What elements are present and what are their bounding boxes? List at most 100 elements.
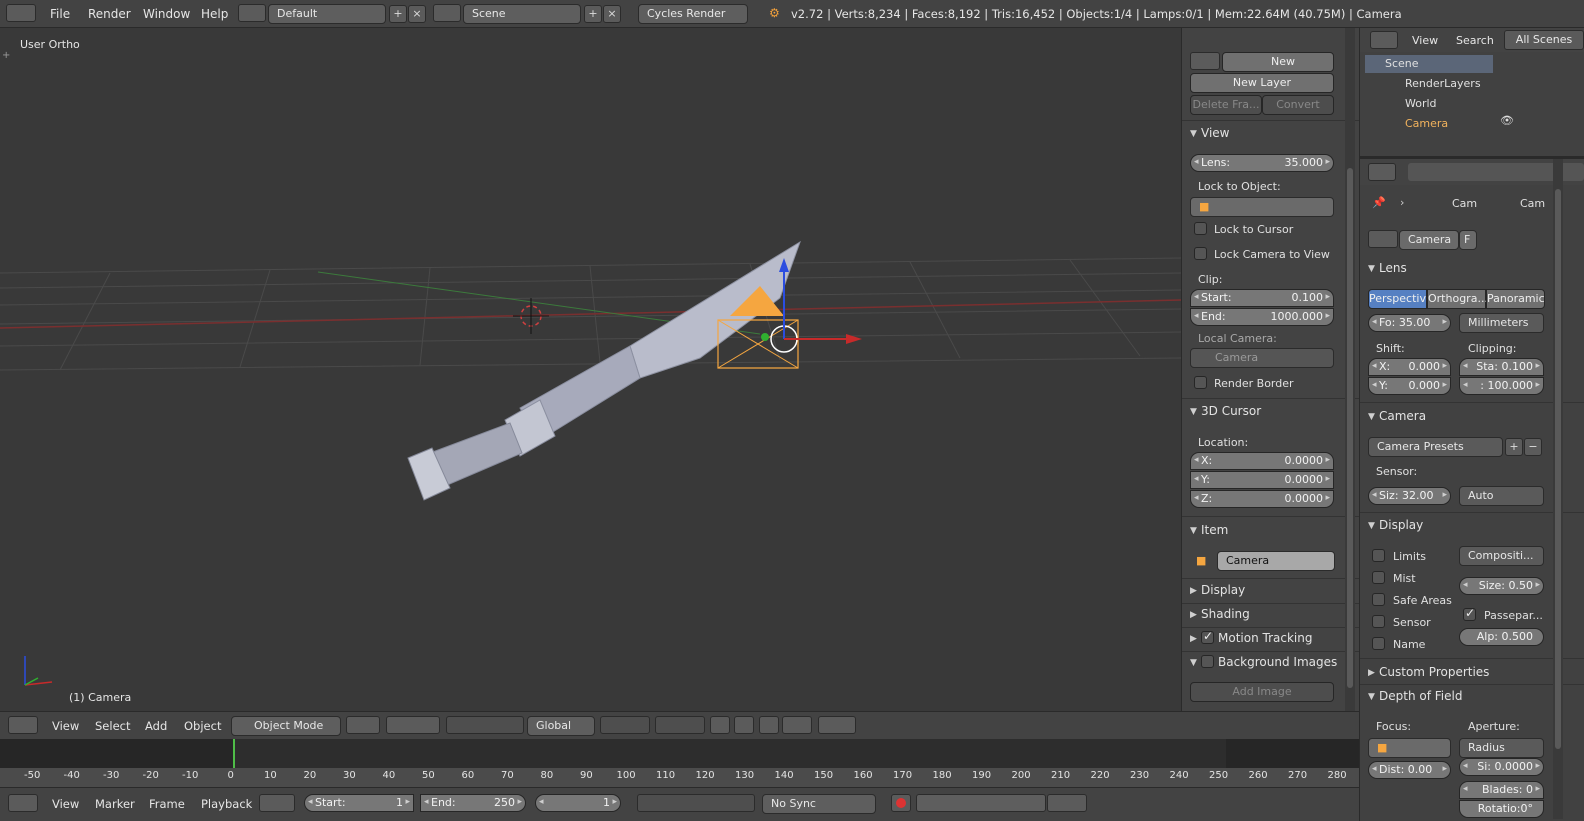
header-object-menu[interactable]: Object: [184, 719, 221, 733]
viewport-scene[interactable]: [0, 28, 1181, 711]
lock-to-cursor-checkbox[interactable]: [1194, 222, 1207, 235]
lock-camera-to-view-checkbox[interactable]: [1194, 247, 1207, 260]
add-preset-icon[interactable]: +: [1505, 438, 1523, 456]
timeline-editor-icon[interactable]: [8, 794, 38, 812]
camera-data-icon[interactable]: [1368, 230, 1398, 248]
motion-tracking-checkbox[interactable]: [1201, 629, 1214, 644]
local-camera-field[interactable]: Camera: [1190, 348, 1334, 368]
focal-length-field[interactable]: ◂ Fo: 35.00 ▸: [1368, 314, 1451, 332]
delete-frame-button[interactable]: Delete Fra...: [1190, 95, 1262, 115]
editor-type-info-icon[interactable]: [6, 4, 36, 22]
scene-select[interactable]: Scene: [463, 4, 581, 24]
background-images-section-header[interactable]: ▼ Background Images: [1190, 655, 1337, 669]
3d-viewport[interactable]: [0, 28, 1181, 711]
aperture-size-field[interactable]: ◂ Si: 0.0000 ▸: [1459, 758, 1544, 776]
camera-presets-select[interactable]: Camera Presets: [1368, 437, 1503, 457]
lens-section-header[interactable]: ▼ Lens: [1368, 261, 1407, 275]
header-add-menu[interactable]: Add: [145, 719, 167, 733]
keyframe-insert-icon[interactable]: [1047, 794, 1087, 812]
blades-field[interactable]: ◂ Blades: 0 ▸: [1459, 781, 1544, 799]
display-mode-select[interactable]: All Scenes: [1504, 30, 1584, 50]
outliner-editor-icon[interactable]: [1370, 31, 1398, 49]
cursor-x-field[interactable]: ◂ X: 0.0000 ▸: [1190, 452, 1334, 470]
shading-section-header[interactable]: ▶ Shading: [1190, 607, 1250, 621]
clip-start-field[interactable]: ◂ Start: 0.100 ▸: [1190, 289, 1334, 307]
current-frame-field[interactable]: ◂ 1 ▸: [535, 794, 621, 812]
pin-icon[interactable]: 📌: [1372, 196, 1386, 209]
outliner-item-scene[interactable]: Scene: [1385, 57, 1419, 70]
panel-scrollbar[interactable]: [1345, 28, 1355, 711]
clip-start-prop-field[interactable]: ◂ Sta: 0.100 ▸: [1459, 358, 1544, 376]
custom-properties-section-header[interactable]: ▶ Custom Properties: [1368, 665, 1489, 679]
pivot-point-icon[interactable]: [386, 716, 440, 734]
keying-set-field[interactable]: [916, 794, 1046, 812]
menu-file[interactable]: File: [50, 7, 70, 21]
display-section-header[interactable]: ▶ Display: [1190, 583, 1245, 597]
outliner-view-menu[interactable]: View: [1412, 34, 1438, 47]
passepartout-checkbox[interactable]: [1463, 606, 1476, 621]
clip-end-prop-field[interactable]: ◂: 100.000 ▸: [1459, 377, 1544, 395]
proportional-edit-icon[interactable]: [734, 716, 754, 734]
3d-cursor-section-header[interactable]: ▼ 3D Cursor: [1190, 404, 1261, 418]
menu-help[interactable]: Help: [201, 7, 228, 21]
sync-mode-select[interactable]: No Sync: [762, 794, 876, 814]
timeline-playback-menu[interactable]: Playback: [201, 797, 252, 811]
view-section-header[interactable]: ▼ View: [1190, 126, 1229, 140]
outliner-item-world[interactable]: World: [1405, 97, 1437, 110]
frame-ruler[interactable]: [0, 768, 1359, 788]
outliner-item-renderlayers[interactable]: RenderLayers: [1405, 77, 1481, 90]
timeline-view-menu[interactable]: View: [52, 797, 79, 811]
add-image-button[interactable]: Add Image: [1190, 682, 1334, 702]
focus-distance-field[interactable]: ◂ Dist: 0.00 ▸: [1368, 761, 1451, 779]
visibility-eye-icon[interactable]: 👁: [1500, 114, 1514, 127]
snap-element-icon[interactable]: [782, 716, 812, 734]
aperture-type-select[interactable]: Radius: [1459, 738, 1544, 758]
rotation-field[interactable]: Rotatio:0°: [1459, 800, 1544, 818]
snap-icon[interactable]: [759, 716, 779, 734]
current-frame-marker[interactable]: [233, 739, 235, 768]
fake-user-button[interactable]: F: [1459, 230, 1477, 250]
motion-tracking-section-header[interactable]: ▶Motion Tracking: [1190, 629, 1312, 645]
lock-layers-icon[interactable]: [710, 716, 730, 734]
new-layer-button[interactable]: New Layer: [1190, 73, 1334, 93]
lock-object-field[interactable]: ■: [1190, 197, 1334, 217]
timeline-frame-menu[interactable]: Frame: [149, 797, 185, 811]
remove-layout-icon[interactable]: ×: [408, 5, 426, 23]
grease-pencil-icon[interactable]: [1190, 52, 1220, 70]
render-preview-icon[interactable]: [818, 716, 856, 734]
timeline-marker-menu[interactable]: Marker: [95, 797, 135, 811]
viewport-shading-icon[interactable]: [346, 716, 380, 734]
depth-of-field-section-header[interactable]: ▼ Depth of Field: [1368, 689, 1462, 703]
name-checkbox[interactable]: [1372, 637, 1385, 650]
header-select-menu[interactable]: Select: [95, 719, 130, 733]
passepartout-alpha-field[interactable]: Alp: 0.500: [1459, 628, 1544, 646]
outliner-search-menu[interactable]: Search: [1456, 34, 1494, 47]
add-scene-icon[interactable]: +: [584, 5, 602, 23]
cursor-y-field[interactable]: ◂ Y: 0.0000 ▸: [1190, 471, 1334, 489]
scene-icon[interactable]: [433, 4, 461, 22]
focus-object-field[interactable]: ■: [1368, 738, 1451, 758]
panoramic-tab[interactable]: Panoramic: [1486, 289, 1545, 309]
outliner-item-camera[interactable]: Camera: [1405, 117, 1448, 130]
item-name-field[interactable]: Camera: [1217, 551, 1335, 571]
cursor-z-field[interactable]: ◂ Z: 0.0000 ▸: [1190, 490, 1334, 508]
screen-layout-icon[interactable]: [238, 4, 266, 22]
layers-grid-1-icon[interactable]: [600, 716, 650, 734]
properties-scrollbar[interactable]: [1553, 159, 1563, 819]
mist-checkbox[interactable]: [1372, 571, 1385, 584]
sensor-size-field[interactable]: ◂ Siz: 32.00 ▸: [1368, 487, 1451, 505]
convert-button[interactable]: Convert: [1262, 95, 1334, 115]
toolshelf-toggle-icon[interactable]: +: [2, 50, 10, 61]
manipulator-icons[interactable]: [446, 716, 524, 734]
lens-field[interactable]: ◂ Lens: 35.000 ▸: [1190, 154, 1334, 172]
sensor-fit-select[interactable]: Auto: [1459, 486, 1544, 506]
preview-range-icon[interactable]: [259, 794, 295, 812]
lens-unit-select[interactable]: Millimeters: [1459, 313, 1544, 333]
transform-orientation-select[interactable]: Global: [527, 716, 595, 736]
menu-render[interactable]: Render: [88, 7, 131, 21]
add-layout-icon[interactable]: +: [389, 5, 407, 23]
render-border-checkbox[interactable]: [1194, 376, 1207, 389]
camera-data-name-field[interactable]: Camera: [1399, 230, 1459, 250]
safe-areas-checkbox[interactable]: [1372, 593, 1385, 606]
new-grease-pencil-button[interactable]: New: [1222, 52, 1334, 72]
